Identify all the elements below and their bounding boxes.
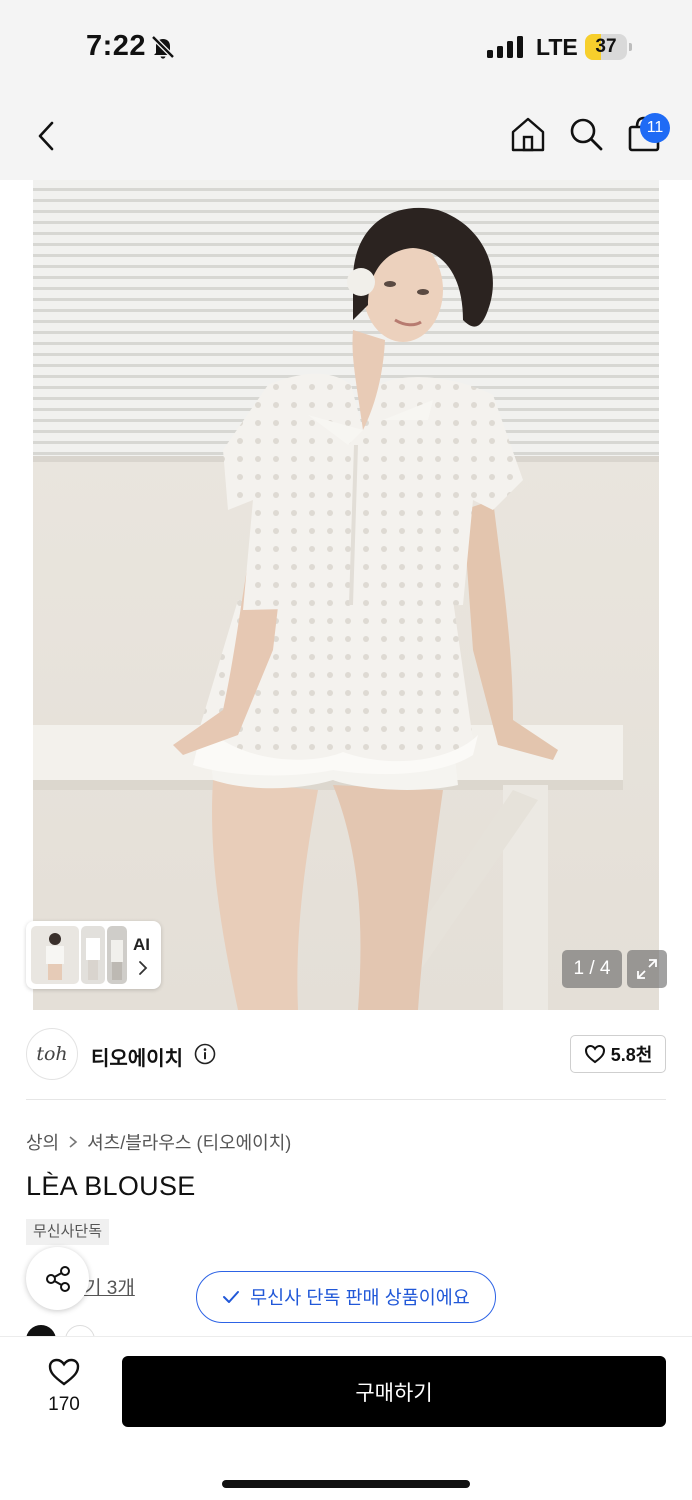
- info-circle-icon[interactable]: [194, 1043, 216, 1065]
- bottom-action-bar: 170 구매하기: [0, 1336, 692, 1500]
- search-icon: [570, 118, 603, 151]
- exclusive-badge: 무신사단독: [26, 1219, 110, 1245]
- heart-outline-icon: [48, 1358, 80, 1386]
- status-bar: 7:22 LTE 37: [0, 0, 692, 96]
- heart-outline-icon: [584, 1044, 605, 1064]
- toast-text: 무신사 단독 판매 상품이에요: [250, 1287, 470, 1308]
- product-like-button[interactable]: 170: [32, 1357, 96, 1417]
- network-type: LTE: [536, 34, 578, 60]
- product-photo[interactable]: [33, 180, 659, 1010]
- check-icon: [223, 1291, 240, 1303]
- status-time: 7:22: [86, 30, 147, 62]
- chevron-left-icon: [38, 121, 54, 151]
- bell-slash-icon: [151, 35, 175, 59]
- breadcrumb: 상의 셔츠/블라우스 (티오에이치): [26, 1129, 291, 1155]
- brand-logo[interactable]: toh: [26, 1028, 78, 1080]
- expand-button[interactable]: [627, 950, 667, 988]
- brand-name[interactable]: 티오에이치: [91, 1042, 183, 1071]
- chevron-right-icon: [139, 961, 148, 975]
- battery-icon: 37: [585, 34, 632, 60]
- ai-thumbnail-1: [31, 926, 79, 984]
- chevron-right-icon: [69, 1136, 78, 1148]
- gallery-page-indicator: 1 / 4: [562, 950, 622, 988]
- brand-like-count: 5.8천: [610, 1045, 653, 1065]
- buy-button[interactable]: 구매하기: [122, 1356, 666, 1427]
- product-title: LÈA BLOUSE: [26, 1171, 196, 1201]
- back-button[interactable]: [26, 114, 66, 158]
- product-like-count: 170: [48, 1394, 80, 1415]
- ai-thumbnail-2: [81, 926, 105, 984]
- expand-icon: [637, 959, 657, 979]
- brand-like-button[interactable]: 5.8천: [570, 1035, 666, 1073]
- ai-recommendation-card[interactable]: AI: [26, 921, 161, 989]
- breadcrumb-item-category[interactable]: 상의: [26, 1129, 59, 1155]
- home-button[interactable]: [506, 112, 550, 156]
- battery-level: 37: [595, 36, 617, 57]
- breadcrumb-item-subcategory[interactable]: 셔츠/블라우스 (티오에이치): [87, 1129, 291, 1155]
- exclusive-toast: 무신사 단독 판매 상품이에요: [196, 1271, 496, 1323]
- home-indicator[interactable]: [222, 1480, 470, 1488]
- product-gallery[interactable]: AI 1 / 4: [0, 180, 692, 1010]
- signal-bars-icon: [487, 36, 523, 58]
- ai-label: AI: [133, 935, 150, 954]
- review-link[interactable]: 기 3개: [84, 1273, 135, 1300]
- share-button[interactable]: [26, 1247, 89, 1310]
- divider: [26, 1099, 666, 1100]
- top-nav-bar: [0, 96, 692, 180]
- brand-row[interactable]: toh 티오에이치 5.8천: [0, 1010, 692, 1100]
- product-image: [33, 180, 659, 1010]
- home-icon: [511, 117, 545, 152]
- search-button[interactable]: [564, 112, 608, 156]
- ai-thumbnail-3: [107, 926, 127, 984]
- share-icon: [45, 1265, 70, 1292]
- cart-count-badge: 11: [640, 113, 670, 143]
